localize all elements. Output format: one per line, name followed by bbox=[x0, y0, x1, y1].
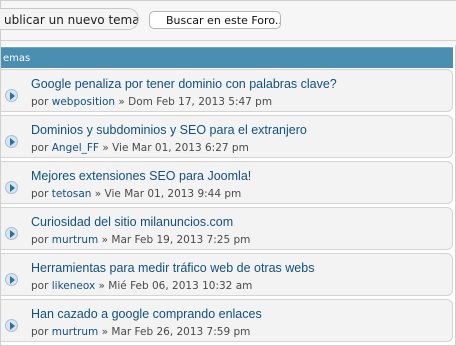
topic-meta: por Angel_FF » Vie Mar 01, 2013 6:27 pm bbox=[31, 142, 249, 154]
topic-arrow-icon bbox=[5, 181, 18, 194]
topic-title-link[interactable]: Han cazado a google comprando enlaces bbox=[31, 307, 262, 321]
forum-toolbar: ublicar un nuevo tema Buscar en este For… bbox=[0, 1, 456, 45]
by-label: por bbox=[31, 280, 49, 292]
forum-search-button[interactable]: Buscar en este Foro... bbox=[149, 11, 281, 29]
topic-arrow-icon bbox=[5, 135, 18, 148]
by-label: por bbox=[31, 142, 49, 154]
topic-title-link[interactable]: Mejores extensiones SEO para Joomla! bbox=[31, 169, 251, 183]
topic-arrow-icon bbox=[5, 89, 18, 102]
topic-meta: por tetosan » Vie Mar 01, 2013 9:44 pm bbox=[31, 188, 241, 200]
author-link[interactable]: tetosan bbox=[52, 188, 92, 200]
topic-title-link[interactable]: Herramientas para medir tráfico web de o… bbox=[31, 261, 314, 275]
topic-meta: por murtrum » Mar Feb 19, 2013 7:25 pm bbox=[31, 234, 250, 246]
topic-row[interactable]: Mejores extensiones SEO para Joomla! por… bbox=[1, 161, 453, 204]
topic-row[interactable]: Han cazado a google comprando enlaces po… bbox=[1, 299, 453, 342]
topic-meta: por murtrum » Mar Feb 26, 2013 7:59 pm bbox=[31, 326, 250, 338]
topic-row[interactable]: Curiosidad del sitio milanuncios.com por… bbox=[1, 207, 453, 250]
post-date: » Mié Feb 06, 2013 10:32 am bbox=[98, 280, 253, 292]
author-link[interactable]: murtrum bbox=[52, 234, 99, 246]
post-date: » Vie Mar 01, 2013 6:27 pm bbox=[102, 142, 249, 154]
by-label: por bbox=[31, 96, 49, 108]
topic-arrow-icon bbox=[5, 273, 18, 286]
post-date: » Mar Feb 19, 2013 7:25 pm bbox=[101, 234, 251, 246]
topic-meta: por webposition » Dom Feb 17, 2013 5:47 … bbox=[31, 96, 272, 108]
topic-title-link[interactable]: Curiosidad del sitio milanuncios.com bbox=[31, 215, 233, 229]
topic-title-link[interactable]: Google penaliza por tener dominio con pa… bbox=[31, 77, 337, 91]
author-link[interactable]: likeneox bbox=[52, 280, 95, 292]
new-topic-button[interactable]: ublicar un nuevo tema bbox=[0, 8, 139, 30]
topic-row[interactable]: Herramientas para medir tráfico web de o… bbox=[1, 253, 453, 296]
by-label: por bbox=[31, 326, 49, 338]
topic-row[interactable]: Google penaliza por tener dominio con pa… bbox=[1, 69, 453, 112]
author-link[interactable]: Angel_FF bbox=[52, 142, 99, 154]
post-date: » Vie Mar 01, 2013 9:44 pm bbox=[94, 188, 242, 200]
post-date: » Dom Feb 17, 2013 5:47 pm bbox=[118, 96, 273, 108]
by-label: por bbox=[31, 234, 49, 246]
post-date: » Mar Feb 26, 2013 7:59 pm bbox=[101, 326, 251, 338]
topic-list: Google penaliza por tener dominio con pa… bbox=[1, 69, 453, 345]
divider bbox=[1, 40, 456, 41]
topic-title-link[interactable]: Dominios y subdominios y SEO para el ext… bbox=[31, 123, 307, 137]
topics-header: emas bbox=[1, 47, 453, 68]
by-label: por bbox=[31, 188, 49, 200]
topic-meta: por likeneox » Mié Feb 06, 2013 10:32 am bbox=[31, 280, 252, 292]
topic-arrow-icon bbox=[5, 319, 18, 332]
topic-row[interactable]: Dominios y subdominios y SEO para el ext… bbox=[1, 115, 453, 158]
topic-arrow-icon bbox=[5, 227, 18, 240]
author-link[interactable]: webposition bbox=[52, 96, 115, 108]
author-link[interactable]: murtrum bbox=[52, 326, 99, 338]
